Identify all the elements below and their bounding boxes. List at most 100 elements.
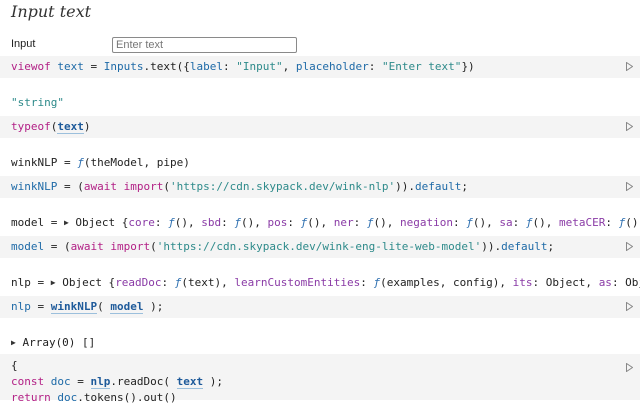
code-token: : [368,60,382,73]
output-token: nlp = [11,276,51,289]
code-token: Inputs [103,60,144,73]
object-key: sa [499,216,513,229]
code-cell-tokens[interactable]: { const doc = nlp.readDoc( text ); retur… [0,354,640,404]
function-symbol: ƒ [466,216,473,229]
code-token: text [50,60,84,73]
output-token: : [353,216,367,229]
output-token: : [360,276,374,289]
code-token: label [189,60,223,73]
output-token: ƒ [77,156,84,169]
output-token: (text), [181,276,235,289]
page-title: Input text [11,2,92,21]
cell-output[interactable]: ▶ Array(0) [] [11,336,95,350]
code-line: return doc.tokens().out() [11,391,177,405]
run-cell-icon[interactable] [626,242,633,251]
code-token: default [501,240,548,253]
object-key: negation [400,216,454,229]
output-token: (), [625,216,640,229]
code-line: viewof text = Inputs.text({label: "Input… [11,60,475,74]
code-token: import [123,180,164,193]
code-line: { [11,359,18,373]
run-cell-icon[interactable] [626,363,633,372]
code-token: viewof [11,60,51,73]
code-token: = ( [57,180,84,193]
object-key: learnCustomEntities [234,276,361,289]
output-token: Array(0) [] [15,336,96,349]
code-token: 'https://cdn.skypack.dev/wink-eng-lite-w… [156,240,482,253]
output-token: : [453,216,467,229]
run-cell-icon[interactable] [626,302,633,311]
code-token: 'https://cdn.skypack.dev/wink-nlp' [169,180,396,193]
code-token: model [11,240,45,253]
code-token: )). [395,180,416,193]
code-line: winkNLP = (await import('https://cdn.sky… [11,180,468,194]
object-key: sbd [201,216,222,229]
code-token: { [11,359,18,372]
code-cell-nlp[interactable]: nlp = winkNLP( model ); [0,296,640,318]
code-token: = ( [44,240,71,253]
code-token: text [57,120,84,134]
code-line: const doc = nlp.readDoc( text ); [11,375,223,389]
output-token: (), [307,216,334,229]
output-token: (), [373,216,401,229]
output-token: (), [472,216,500,229]
run-cell-icon[interactable] [626,62,633,71]
code-cell-winknlp[interactable]: winkNLP = (await import('https://cdn.sky… [0,176,640,198]
output-token: model = [11,216,64,229]
cell-output: winkNLP = ƒ(theModel, pipe) [11,156,190,170]
run-cell-icon[interactable] [626,182,633,191]
code-token: .readDoc( [110,375,177,388]
code-token: = [83,60,104,73]
code-token: ; [547,240,555,253]
cell-output[interactable]: model = ▶ Object {core: ƒ(), sbd: ƒ(), p… [11,216,640,230]
object-key: metaCER [559,216,606,229]
output-token: (theModel, pipe) [83,156,190,169]
output-token: (), [174,216,202,229]
object-key: as [598,276,612,289]
code-token: "Enter text" [381,60,462,73]
code-token: ( [150,240,157,253]
code-cell-model[interactable]: model = (await import('https://cdn.skypa… [0,236,640,258]
code-token: nlp [11,300,31,313]
code-cell-typeof-text[interactable]: typeof(text) [0,116,640,138]
code-token: ); [143,300,164,313]
cell-output: "string" [11,96,64,110]
output-token: Object { [55,276,116,289]
code-token: )). [481,240,502,253]
code-token: = [70,375,91,388]
code-token: : [222,60,237,73]
output-token: : Obje [611,276,640,289]
code-token: , [282,60,296,73]
code-token: }) [461,60,475,73]
output-token: Object { [68,216,129,229]
code-token: doc [44,375,71,388]
code-token: ( [97,300,111,313]
output-token: : Object, [532,276,599,289]
code-token: await [70,240,104,253]
code-line: model = (await import('https://cdn.skypa… [11,240,554,254]
code-token: ); [203,375,223,388]
run-cell-icon[interactable] [626,122,633,131]
object-key: pos [267,216,288,229]
output-token: (examples, config), [380,276,513,289]
code-token: placeholder [295,60,369,73]
object-key: core [128,216,155,229]
output-token: : [512,216,526,229]
text-input[interactable] [112,37,297,53]
output-token: (), [532,216,560,229]
code-token: .tokens().out() [77,391,177,404]
object-key: its [512,276,533,289]
function-symbol: ƒ [525,216,533,229]
output-token: (), [241,216,268,229]
output-token: winkNLP = [11,156,78,169]
cell-output[interactable]: nlp = ▶ Object {readDoc: ƒ(text), learnC… [11,276,640,290]
output-token: : [605,216,619,229]
code-token: return [11,391,51,404]
code-cell-viewof-text[interactable]: viewof text = Inputs.text({label: "Input… [0,56,640,78]
code-token: = [30,300,51,313]
code-token: doc [50,391,78,404]
code-token: typeof [11,120,51,133]
object-key: ner [333,216,354,229]
code-line: nlp = winkNLP( model ); [11,300,163,314]
